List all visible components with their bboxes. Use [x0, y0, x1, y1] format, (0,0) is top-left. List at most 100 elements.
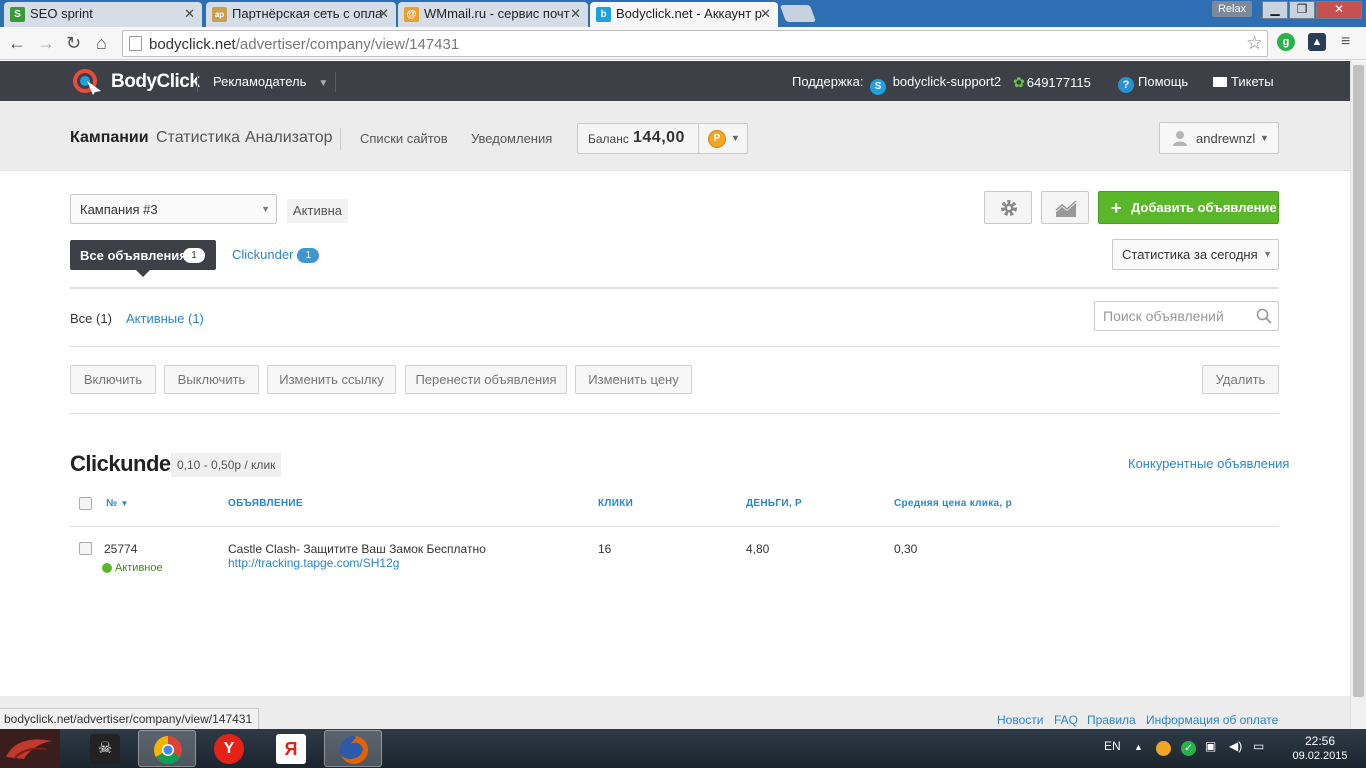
nav-notifications[interactable]: Уведомления [471, 131, 552, 146]
browser-tab-seo-sprint[interactable]: S SEO sprint ✕ [4, 2, 202, 27]
search-input[interactable] [1096, 303, 1246, 329]
column-header-avg-cpc[interactable]: Средняя цена клика, р [894, 498, 1012, 509]
statistics-chart-button[interactable] [1041, 191, 1089, 224]
network-icon[interactable]: ▭ [1253, 739, 1264, 753]
browser-tab-partner-network[interactable]: ap Партнёрская сеть с опла ✕ [206, 2, 396, 27]
language-indicator[interactable]: EN [1104, 739, 1121, 753]
nav-analyzer[interactable]: Анализатор [245, 129, 333, 147]
stats-period-select[interactable]: Статистика за сегодня ▼ [1112, 239, 1279, 270]
address-bar[interactable]: bodyclick.net/advertiser/company/view/14… [122, 30, 1268, 57]
change-price-button[interactable]: Изменить цену [575, 365, 692, 394]
browser-tab-wmmail[interactable]: @ WMmail.ru - сервис почт ✕ [398, 2, 588, 27]
address-url[interactable]: bodyclick.net/advertiser/company/view/14… [149, 36, 459, 53]
balance-widget[interactable]: Баланс 144,00 Р ▼ [577, 123, 748, 154]
relax-badge: Relax [1212, 1, 1252, 17]
tab-all-ads[interactable]: Все объявления 1 [70, 240, 216, 277]
footer-news-link[interactable]: Новости [997, 713, 1043, 727]
new-tab-button[interactable] [779, 5, 817, 22]
icq-contact[interactable]: ✿ 649177115 [1013, 74, 1091, 91]
system-clock[interactable]: 22:56 09.02.2015 [1290, 734, 1350, 764]
extension-dark-icon[interactable]: ▲ [1308, 33, 1326, 51]
campaign-status-badge: Активна [287, 199, 349, 223]
username: andrewnzl [1196, 131, 1256, 146]
tray-check-icon[interactable]: ✓ [1181, 741, 1196, 756]
page-scrollbar[interactable] [1350, 61, 1366, 729]
column-header-clicks[interactable]: Клики [598, 498, 633, 509]
row-checkbox[interactable] [79, 542, 92, 555]
ad-title[interactable]: Castle Clash- Защитите Ваш Замок Бесплат… [228, 542, 486, 556]
delete-button[interactable]: Удалить [1202, 365, 1279, 394]
extension-green-icon[interactable]: g [1277, 33, 1295, 51]
minimize-window-button[interactable]: ▁ [1262, 1, 1288, 19]
tab-clickunder[interactable]: Clickunder 1 [232, 247, 320, 263]
ad-money: 4,80 [746, 542, 770, 556]
taskbar-app-yandex[interactable]: Я [262, 730, 320, 767]
page-icon [129, 36, 142, 51]
ad-search-box[interactable] [1094, 301, 1279, 331]
competitor-ads-link[interactable]: Конкурентные объявления [1128, 456, 1289, 471]
forward-arrow-icon[interactable]: → [37, 33, 55, 54]
ad-id: 25774 [104, 542, 138, 556]
taskbar-app-firefox[interactable] [324, 730, 382, 767]
browser-tab-bodyclick[interactable]: b Bodyclick.net - Аккаунт р ✕ [590, 2, 778, 27]
filter-all[interactable]: Все (1) [70, 311, 112, 326]
role-dropdown[interactable]: Рекламодатель ▼ [213, 74, 328, 89]
ruble-coin-icon[interactable]: Р [708, 130, 726, 148]
user-menu-button[interactable]: andrewnzl ▼ [1159, 122, 1279, 154]
footer-rules-link[interactable]: Правила [1087, 713, 1136, 727]
start-button[interactable] [0, 729, 60, 768]
campaign-select[interactable]: Кампания #3 ▼ [70, 194, 277, 224]
chrome-icon [154, 736, 182, 764]
skype-handle[interactable]: bodyclick-support2 [893, 74, 1001, 89]
close-window-button[interactable]: ✕ [1316, 1, 1362, 19]
logo-text[interactable]: BodyClick [111, 71, 200, 93]
close-tab-icon[interactable]: ✕ [570, 6, 581, 22]
bookmark-star-icon[interactable]: ☆ [1246, 32, 1263, 55]
add-ad-button[interactable]: + Добавить объявление [1098, 191, 1279, 224]
nav-campaigns[interactable]: Кампании [70, 129, 149, 147]
search-icon[interactable] [1256, 308, 1272, 324]
home-icon[interactable]: ⌂ [96, 33, 107, 54]
column-header-money[interactable]: Деньги, р [746, 498, 802, 509]
taskbar-app-yandex-browser[interactable]: Y [200, 730, 258, 767]
disable-button[interactable]: Выключить [164, 365, 259, 394]
maximize-window-button[interactable]: ❐ [1289, 1, 1315, 19]
main-nav-bar: Кампании Статистика Анализатор Списки са… [0, 101, 1350, 171]
campaign-select-value: Кампания #3 [80, 202, 158, 217]
scrollbar-thumb[interactable] [1353, 65, 1364, 697]
column-header-num[interactable]: № ▼ [106, 498, 129, 509]
bodyclick-logo-icon[interactable] [71, 67, 105, 95]
nav-site-lists[interactable]: Списки сайтов [360, 131, 448, 146]
footer-payment-info-link[interactable]: Информация об оплате [1146, 713, 1278, 727]
change-link-button[interactable]: Изменить ссылку [267, 365, 396, 394]
ad-status: Активное [115, 562, 163, 574]
close-tab-icon[interactable]: ✕ [184, 6, 195, 22]
back-arrow-icon[interactable]: ← [8, 33, 26, 54]
help-link[interactable]: ? Помощь [1118, 74, 1188, 93]
chevron-down-icon[interactable]: ▼ [731, 133, 740, 143]
column-header-ad[interactable]: Объявление [228, 498, 303, 509]
footer-faq-link[interactable]: FAQ [1054, 713, 1078, 727]
move-ads-button[interactable]: Перенести объявления [405, 365, 567, 394]
tickets-link[interactable]: Тикеты [1213, 74, 1274, 89]
volume-icon[interactable]: ◀) [1229, 739, 1242, 753]
reload-icon[interactable]: ↻ [66, 33, 81, 54]
close-tab-icon[interactable]: ✕ [760, 6, 771, 22]
menu-icon[interactable]: ≡ [1341, 33, 1350, 51]
close-tab-icon[interactable]: ✕ [378, 6, 389, 22]
skype-icon: S [870, 79, 887, 95]
tray-expand-icon[interactable]: ▲ [1134, 742, 1143, 752]
tray-device-icon[interactable]: ▣ [1205, 739, 1216, 753]
enable-button[interactable]: Включить [70, 365, 156, 394]
select-all-checkbox[interactable] [79, 497, 92, 510]
filter-active[interactable]: Активные (1) [126, 311, 204, 326]
settings-button[interactable] [984, 191, 1032, 224]
taskbar-app-chrome[interactable] [138, 730, 196, 767]
ap-favicon-icon: ap [212, 7, 227, 22]
balance-divider [698, 124, 699, 153]
taskbar-app-pirate[interactable]: ☠ [76, 730, 134, 767]
tray-app-orange-icon[interactable] [1156, 741, 1171, 756]
ad-url-link[interactable]: http://tracking.tapge.com/SH12g [228, 556, 399, 570]
nav-statistics[interactable]: Статистика [156, 129, 240, 147]
tab-pointer [136, 270, 150, 277]
